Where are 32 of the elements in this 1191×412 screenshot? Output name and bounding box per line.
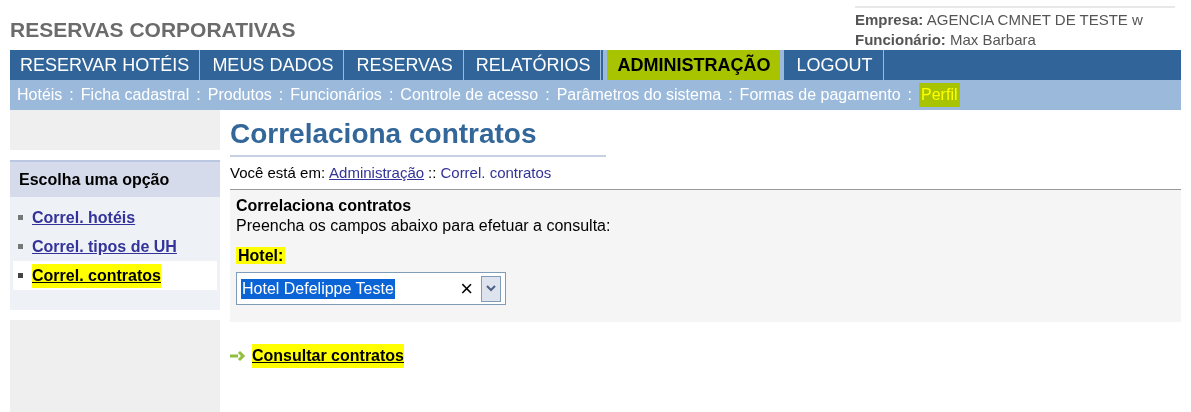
page-title: Correlaciona contratos	[230, 117, 537, 151]
separator: :	[544, 85, 551, 105]
separator: :	[277, 85, 285, 105]
action-link[interactable]: Consultar contratos	[252, 344, 404, 368]
separator: :	[195, 85, 202, 105]
separator: :	[68, 85, 75, 105]
breadcrumb-current: Correl. contratos	[440, 162, 552, 183]
breadcrumb-label: Você está em:	[230, 162, 326, 183]
separator: :	[387, 85, 395, 105]
breadcrumb-separator: ::	[428, 162, 437, 183]
sidebar-link[interactable]: Correl. hotéis	[32, 205, 136, 230]
chevron-down-icon	[486, 285, 496, 292]
breadcrumb-link[interactable]: Administração	[329, 161, 425, 185]
form-instructions: Preencha os campos abaixo para efetuar a consulta:	[236, 216, 612, 236]
bullet-icon	[18, 244, 23, 249]
clear-button[interactable]: ×	[460, 277, 473, 300]
site-title: RESERVAS CORPORATIVAS	[10, 17, 296, 42]
sidebar-title: Escolha uma opção	[19, 169, 170, 190]
hotel-select[interactable]: Hotel Defelippe Teste ×	[236, 272, 506, 305]
nav-tab[interactable]: ADMINISTRAÇÃO	[603, 50, 785, 80]
user-info-line: Funcionário: Max Barbara	[855, 30, 1037, 50]
bullet-icon	[18, 273, 23, 278]
separator: :	[906, 85, 914, 105]
field-label: Hotel:	[236, 247, 286, 264]
user-info-line: Empresa: AGENCIA CMNET DE TESTE w	[855, 10, 1144, 30]
arrow-icon	[230, 350, 248, 362]
sidebar-link[interactable]: Correl. contratos	[32, 263, 161, 288]
bullet-icon	[18, 215, 23, 220]
sidebar-link[interactable]: Correl. tipos de UH	[32, 234, 177, 259]
dropdown-button[interactable]	[481, 275, 501, 302]
form-title: Correlaciona contratos	[236, 196, 413, 216]
separator: :	[727, 85, 734, 105]
